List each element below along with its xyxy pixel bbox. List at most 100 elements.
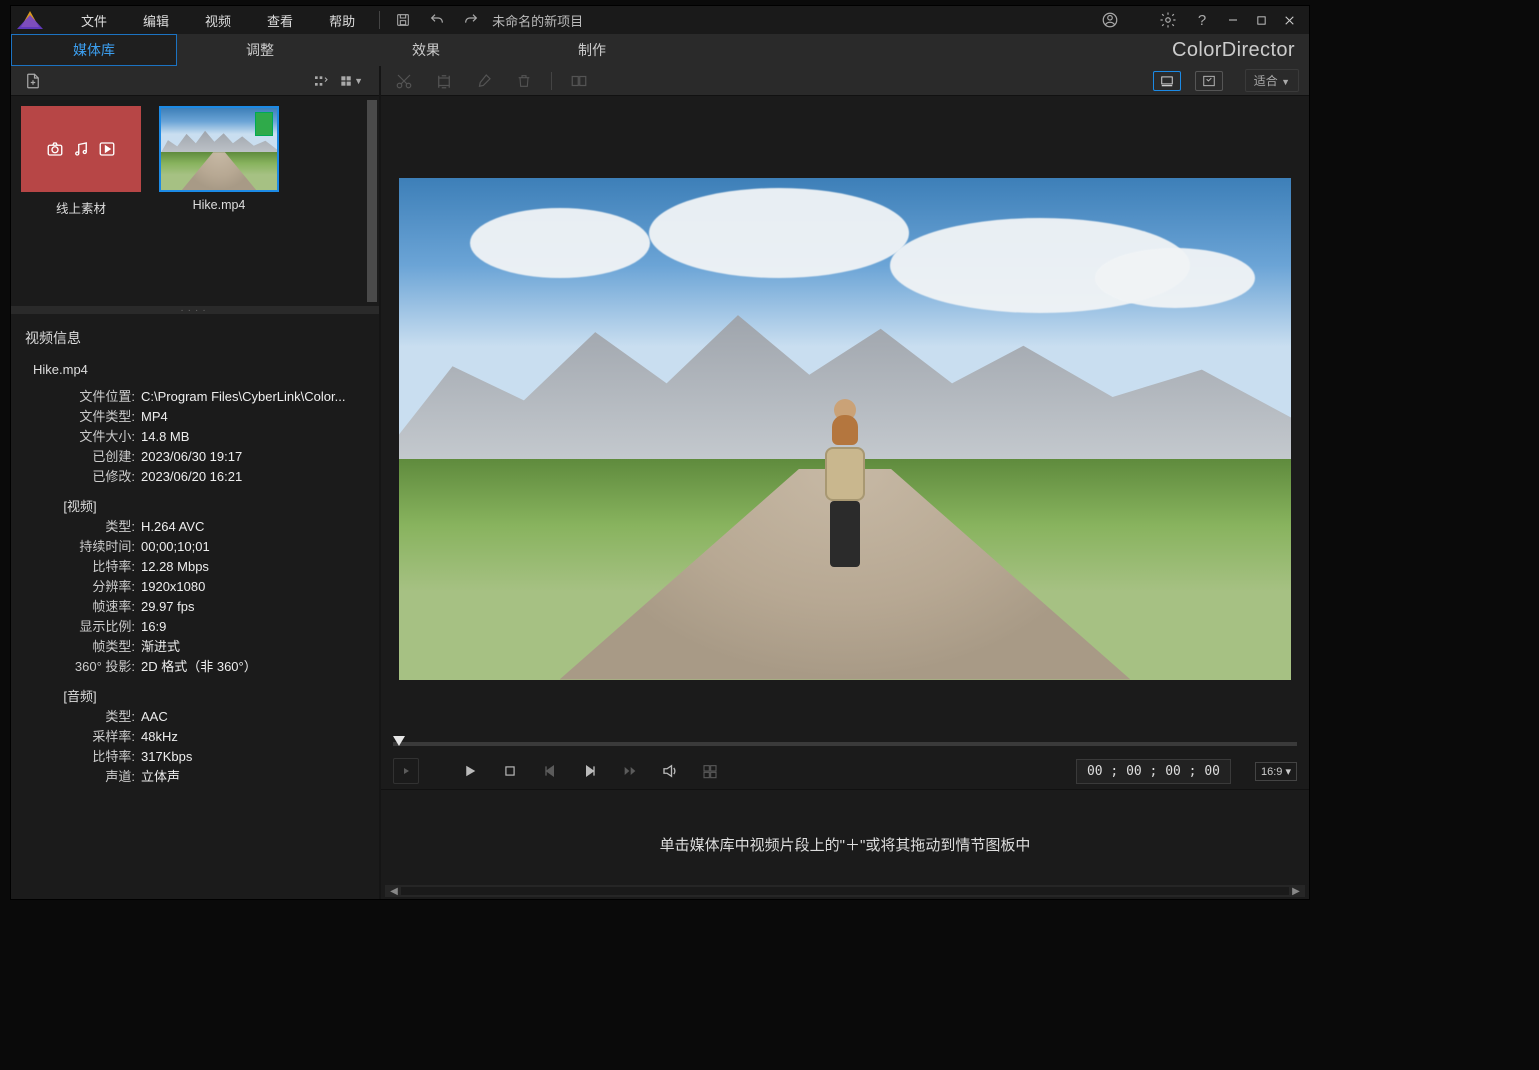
library-grid[interactable]: 线上素材 Hike.mp4 xyxy=(11,96,379,306)
info-row: 比特率:317Kbps xyxy=(25,747,365,767)
fast-forward-button[interactable] xyxy=(617,758,643,784)
view-single-icon[interactable] xyxy=(1153,71,1181,91)
online-media-thumb xyxy=(21,106,141,192)
info-label: 显示比例: xyxy=(25,618,141,636)
window-minimize-button[interactable] xyxy=(1219,9,1247,31)
play-box-icon xyxy=(98,140,116,158)
titlebar: 文件 编辑 视频 查看 帮助 未命名的新项目 ? xyxy=(11,6,1309,34)
info-video-header: [视频] xyxy=(25,498,141,516)
snapshot-icon[interactable] xyxy=(697,758,723,784)
info-label: 文件位置: xyxy=(25,388,141,406)
menu-help[interactable]: 帮助 xyxy=(311,11,373,30)
undo-icon[interactable] xyxy=(426,9,448,31)
info-panel-title: 视频信息 xyxy=(25,324,365,358)
music-icon xyxy=(72,140,90,158)
info-row: 已创建:2023/06/30 19:17 xyxy=(25,447,365,467)
storyboard-scrollbar[interactable]: ◀ ▶ xyxy=(385,885,1305,897)
info-value: 1920x1080 xyxy=(141,578,365,596)
info-row: 显示比例:16:9 xyxy=(25,617,365,637)
left-panel: ▼ 线上素材 xyxy=(11,66,381,899)
redo-icon[interactable] xyxy=(460,9,482,31)
info-label: 分辨率: xyxy=(25,578,141,596)
info-row: 声道:立体声 xyxy=(25,767,365,787)
volume-icon[interactable] xyxy=(657,758,683,784)
info-row: 类型:H.264 AVC xyxy=(25,517,365,537)
info-row: 文件类型:MP4 xyxy=(25,407,365,427)
menu-video[interactable]: 视频 xyxy=(187,11,249,30)
menu-view[interactable]: 查看 xyxy=(249,11,311,30)
info-row: 采样率:48kHz xyxy=(25,727,365,747)
library-item-online[interactable]: 线上素材 xyxy=(21,106,141,296)
view-mode-icon[interactable]: ▼ xyxy=(339,69,363,93)
settings-icon[interactable] xyxy=(1157,9,1179,31)
next-frame-button[interactable] xyxy=(577,758,603,784)
tab-media-library[interactable]: 媒体库 xyxy=(11,34,177,66)
cut-icon[interactable] xyxy=(391,69,417,93)
library-item-label: Hike.mp4 xyxy=(193,198,246,212)
brush-icon[interactable] xyxy=(471,69,497,93)
info-label: 文件类型: xyxy=(25,408,141,426)
scroll-right-icon[interactable]: ▶ xyxy=(1289,886,1303,897)
seek-bar[interactable] xyxy=(381,735,1309,753)
library-item-label: 线上素材 xyxy=(56,198,106,217)
info-general-section: 文件位置:C:\Program Files\CyberLink\Color...… xyxy=(25,387,365,487)
save-icon[interactable] xyxy=(392,9,414,31)
info-label: 比特率: xyxy=(25,558,141,576)
tab-produce[interactable]: 制作 xyxy=(509,34,675,66)
info-label: 声道: xyxy=(25,768,141,786)
library-toolbar: ▼ xyxy=(11,66,379,96)
preview-viewport[interactable] xyxy=(399,178,1291,680)
panel-splitter[interactable] xyxy=(11,306,379,314)
info-value: AAC xyxy=(141,708,365,726)
project-title: 未命名的新项目 xyxy=(492,11,583,30)
import-media-icon[interactable] xyxy=(21,69,45,93)
window-maximize-button[interactable] xyxy=(1247,9,1275,31)
view-full-icon[interactable] xyxy=(1195,71,1223,91)
info-label: 采样率: xyxy=(25,728,141,746)
delete-icon[interactable] xyxy=(511,69,537,93)
tab-effects[interactable]: 效果 xyxy=(343,34,509,66)
menu-file[interactable]: 文件 xyxy=(63,11,125,30)
seek-handle[interactable] xyxy=(393,736,405,746)
compare-icon[interactable] xyxy=(566,69,592,93)
info-row: 帧速率:29.97 fps xyxy=(25,597,365,617)
info-value: C:\Program Files\CyberLink\Color... xyxy=(141,388,365,406)
info-label: 类型: xyxy=(25,518,141,536)
right-panel: 适合 ▼ xyxy=(381,66,1309,899)
info-label: 已修改: xyxy=(25,468,141,486)
info-label: 持续时间: xyxy=(25,538,141,556)
loop-playback-icon[interactable] xyxy=(393,758,419,784)
sort-icon[interactable] xyxy=(309,69,333,93)
prev-frame-button[interactable] xyxy=(537,758,563,784)
account-icon[interactable] xyxy=(1099,9,1121,31)
info-label: 帧类型: xyxy=(25,638,141,656)
tab-adjust[interactable]: 调整 xyxy=(177,34,343,66)
info-row: 文件位置:C:\Program Files\CyberLink\Color... xyxy=(25,387,365,407)
preview-toolbar: 适合 ▼ xyxy=(381,66,1309,96)
timecode-display[interactable]: 00 ; 00 ; 00 ; 00 xyxy=(1076,759,1231,784)
info-value: 渐进式 xyxy=(141,638,365,656)
info-value: 16:9 xyxy=(141,618,365,636)
info-label: 已创建: xyxy=(25,448,141,466)
info-value: MP4 xyxy=(141,408,365,426)
info-value: 48kHz xyxy=(141,728,365,746)
library-item-clip[interactable]: Hike.mp4 xyxy=(159,106,279,296)
info-row: 已修改:2023/06/20 16:21 xyxy=(25,467,365,487)
info-row: 比特率:12.28 Mbps xyxy=(25,557,365,577)
play-button[interactable] xyxy=(457,758,483,784)
info-value: 立体声 xyxy=(141,768,365,786)
library-scrollbar[interactable] xyxy=(367,100,377,302)
stop-button[interactable] xyxy=(497,758,523,784)
zoom-selector[interactable]: 适合 ▼ xyxy=(1245,69,1299,92)
menu-edit[interactable]: 编辑 xyxy=(125,11,187,30)
storyboard-panel[interactable]: 单击媒体库中视频片段上的"＋"或将其拖动到情节图板中 ◀ ▶ xyxy=(381,789,1309,899)
keyframe-icon[interactable] xyxy=(431,69,457,93)
scroll-left-icon[interactable]: ◀ xyxy=(387,886,401,897)
info-value: H.264 AVC xyxy=(141,518,365,536)
help-icon[interactable]: ? xyxy=(1191,9,1213,31)
clip-format-badge-icon xyxy=(255,112,273,136)
window-close-button[interactable] xyxy=(1275,9,1303,31)
aspect-ratio-selector[interactable]: 16:9 ▾ xyxy=(1255,762,1297,781)
app-window: 文件 编辑 视频 查看 帮助 未命名的新项目 ? xyxy=(10,5,1310,900)
info-label: 文件大小: xyxy=(25,428,141,446)
